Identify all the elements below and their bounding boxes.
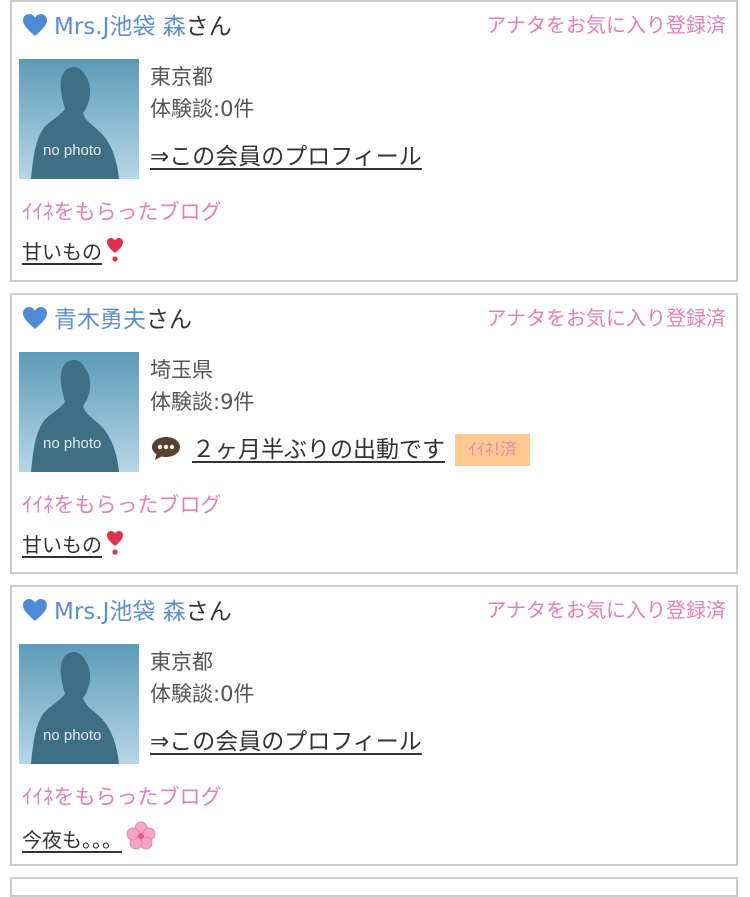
- member-name-row[interactable]: 青木勇夫さん: [22, 303, 192, 337]
- iine-done-badge: ｲｲﾈ!済: [455, 434, 531, 466]
- prefecture: 東京都: [150, 65, 213, 89]
- experience-count: 体験談:0件: [150, 97, 255, 121]
- member-card: 青木勇夫さん アナタをお気に入り登録済 no photo 埼玉県 体験談:9件 …: [10, 293, 738, 574]
- honorific: さん: [146, 307, 192, 333]
- blog-title-text: 甘いもの: [22, 533, 102, 557]
- favorite-status: アナタをお気に入り登録済: [486, 598, 726, 622]
- member-card: Mrs.J池袋 森さん アナタをお気に入り登録済 no photo 東京都 体験…: [10, 0, 738, 282]
- profile-link[interactable]: ⇒この会員のプロフィール: [150, 729, 422, 755]
- liked-blog-heading: ｲｲﾈをもらったブログ: [22, 493, 222, 517]
- liked-blog-heading: ｲｲﾈをもらったブログ: [22, 785, 222, 809]
- heart-icon: [23, 307, 47, 329]
- no-photo-label: no photo: [43, 727, 101, 744]
- blog-title-text: 甘いもの: [22, 240, 102, 264]
- liked-blog-heading: ｲｲﾈをもらったブログ: [22, 200, 222, 224]
- member-name[interactable]: Mrs.J池袋 森: [54, 599, 186, 625]
- heart-exclamation-icon: [107, 238, 123, 262]
- avatar[interactable]: no photo: [19, 352, 139, 472]
- experience-count: 体験談:0件: [150, 682, 255, 706]
- blog-title-text: 今夜も。。。: [22, 828, 122, 852]
- avatar[interactable]: no photo: [19, 644, 139, 764]
- no-photo-label: no photo: [43, 142, 101, 159]
- member-name-row[interactable]: Mrs.J池袋 森さん: [22, 10, 232, 44]
- prefecture: 埼玉県: [150, 358, 213, 382]
- blog-title-link[interactable]: 今夜も。。。: [22, 821, 156, 856]
- member-card-partial: [10, 877, 738, 897]
- honorific: さん: [185, 599, 232, 625]
- blog-title-link[interactable]: 甘いもの: [22, 529, 124, 561]
- experience-count: 体験談:9件: [150, 390, 255, 414]
- heart-icon: [23, 599, 47, 621]
- blog-title-link[interactable]: 甘いもの: [22, 236, 124, 268]
- cherry-blossom-icon: [126, 821, 156, 850]
- experience-link[interactable]: ２ヶ月半ぶりの出動です: [192, 437, 445, 463]
- member-name[interactable]: Mrs.J池袋 森: [54, 14, 186, 40]
- member-name-row[interactable]: Mrs.J池袋 森さん: [22, 595, 232, 629]
- member-card: Mrs.J池袋 森さん アナタをお気に入り登録済 no photo 東京都 体験…: [10, 585, 738, 866]
- favorite-status: アナタをお気に入り登録済: [486, 306, 726, 330]
- member-name[interactable]: 青木勇夫: [54, 307, 146, 333]
- honorific: さん: [185, 14, 232, 40]
- favorite-status: アナタをお気に入り登録済: [486, 13, 726, 37]
- avatar[interactable]: no photo: [19, 59, 139, 179]
- latest-experience-row: ２ヶ月半ぶりの出動です ｲｲﾈ!済: [150, 433, 531, 467]
- heart-icon: [23, 14, 47, 36]
- prefecture: 東京都: [150, 650, 213, 674]
- profile-link[interactable]: ⇒この会員のプロフィール: [150, 144, 422, 170]
- speech-bubble-icon: [152, 437, 180, 460]
- no-photo-label: no photo: [43, 435, 101, 452]
- heart-exclamation-icon: [107, 531, 123, 555]
